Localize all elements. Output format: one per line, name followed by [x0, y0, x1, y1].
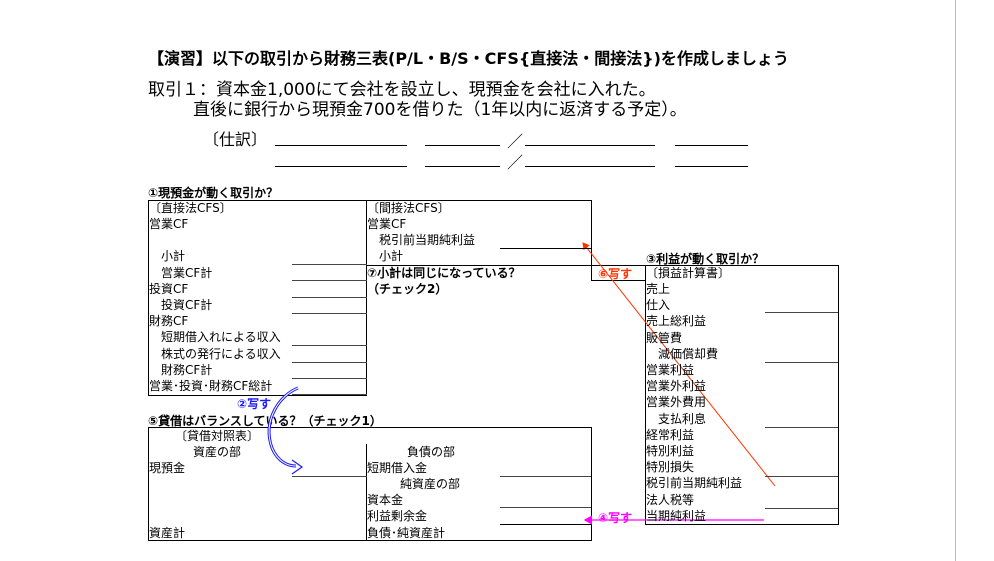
- indirect-cfs-row: 小計: [367, 249, 404, 264]
- direct-cfs-row: 財務CF: [149, 314, 189, 329]
- copy-label-4: ④写す: [598, 511, 633, 525]
- pl-blank[interactable]: [765, 508, 838, 509]
- pl-row: 営業外費用: [646, 395, 707, 410]
- direct-cfs-row: 営業･投資･財務CF総計: [149, 379, 273, 393]
- pl-row: 支払利息: [646, 411, 707, 426]
- journal-blank[interactable]: [525, 166, 655, 167]
- journal-blank[interactable]: [525, 145, 655, 146]
- pl-row: 販管費: [646, 330, 683, 345]
- pl-blank[interactable]: [765, 476, 838, 477]
- pl-row: 経常利益: [646, 427, 695, 442]
- journal-blank[interactable]: [275, 145, 407, 146]
- indirect-cfs-row: 営業CF: [367, 217, 407, 231]
- direct-cfs-row: 小計: [149, 249, 186, 264]
- direct-cfs-row: 投資CF計: [149, 298, 213, 312]
- direct-cfs-blank[interactable]: [292, 297, 367, 298]
- pl-blank[interactable]: [765, 427, 838, 428]
- direct-cfs-blank[interactable]: [292, 345, 367, 346]
- pl-row: 減価償却費: [646, 346, 719, 361]
- pl-row: 税引前当期純利益: [646, 476, 743, 491]
- direct-cfs-blank[interactable]: [292, 313, 367, 314]
- journal-blank[interactable]: [425, 166, 500, 167]
- direct-cfs-blank[interactable]: [292, 264, 367, 265]
- pl-row: 営業利益: [646, 363, 695, 377]
- journal-blank[interactable]: [675, 145, 748, 146]
- pl-row: 売上: [646, 282, 671, 296]
- direct-cfs-blank[interactable]: [292, 362, 367, 363]
- indirect-cfs-blank[interactable]: [500, 248, 591, 249]
- direct-cfs-blank[interactable]: [292, 394, 367, 395]
- journal-blank[interactable]: [275, 166, 407, 167]
- pl-row: 当期純利益: [646, 508, 707, 523]
- direct-cfs-row: 財務CF計: [149, 362, 213, 377]
- journal-blank[interactable]: [425, 145, 500, 146]
- pl-row: 特別利益: [646, 444, 695, 458]
- copy-label-2: ②写す: [237, 397, 272, 411]
- journal-slash: ／: [507, 153, 524, 172]
- direct-cfs-blank[interactable]: [292, 280, 367, 281]
- pl-row: 特別損失: [646, 460, 695, 475]
- pl-row: 営業外利益: [646, 379, 707, 394]
- direct-cfs-row: 短期借入れによる収入: [149, 330, 281, 345]
- journal-blank[interactable]: [675, 166, 748, 167]
- pl-row: 法人税等: [646, 492, 695, 507]
- pl-row: 仕入: [646, 298, 671, 313]
- direct-cfs-blank[interactable]: [292, 378, 367, 379]
- direct-cfs-row: 営業CF計: [149, 265, 213, 280]
- pl-blank[interactable]: [765, 312, 838, 313]
- indirect-cfs-row: 税引前当期純利益: [367, 233, 476, 248]
- direct-cfs-row: 投資CF: [149, 281, 189, 296]
- pl-blank[interactable]: [765, 362, 838, 363]
- blue-copy-arrow: [267, 386, 299, 468]
- direct-cfs-row: 株式の発行による収入: [149, 346, 281, 361]
- copy-label-6: ⑥写す: [598, 267, 633, 281]
- pl-row: 売上総利益: [646, 314, 707, 329]
- direct-cfs-row: 営業CF: [149, 217, 189, 231]
